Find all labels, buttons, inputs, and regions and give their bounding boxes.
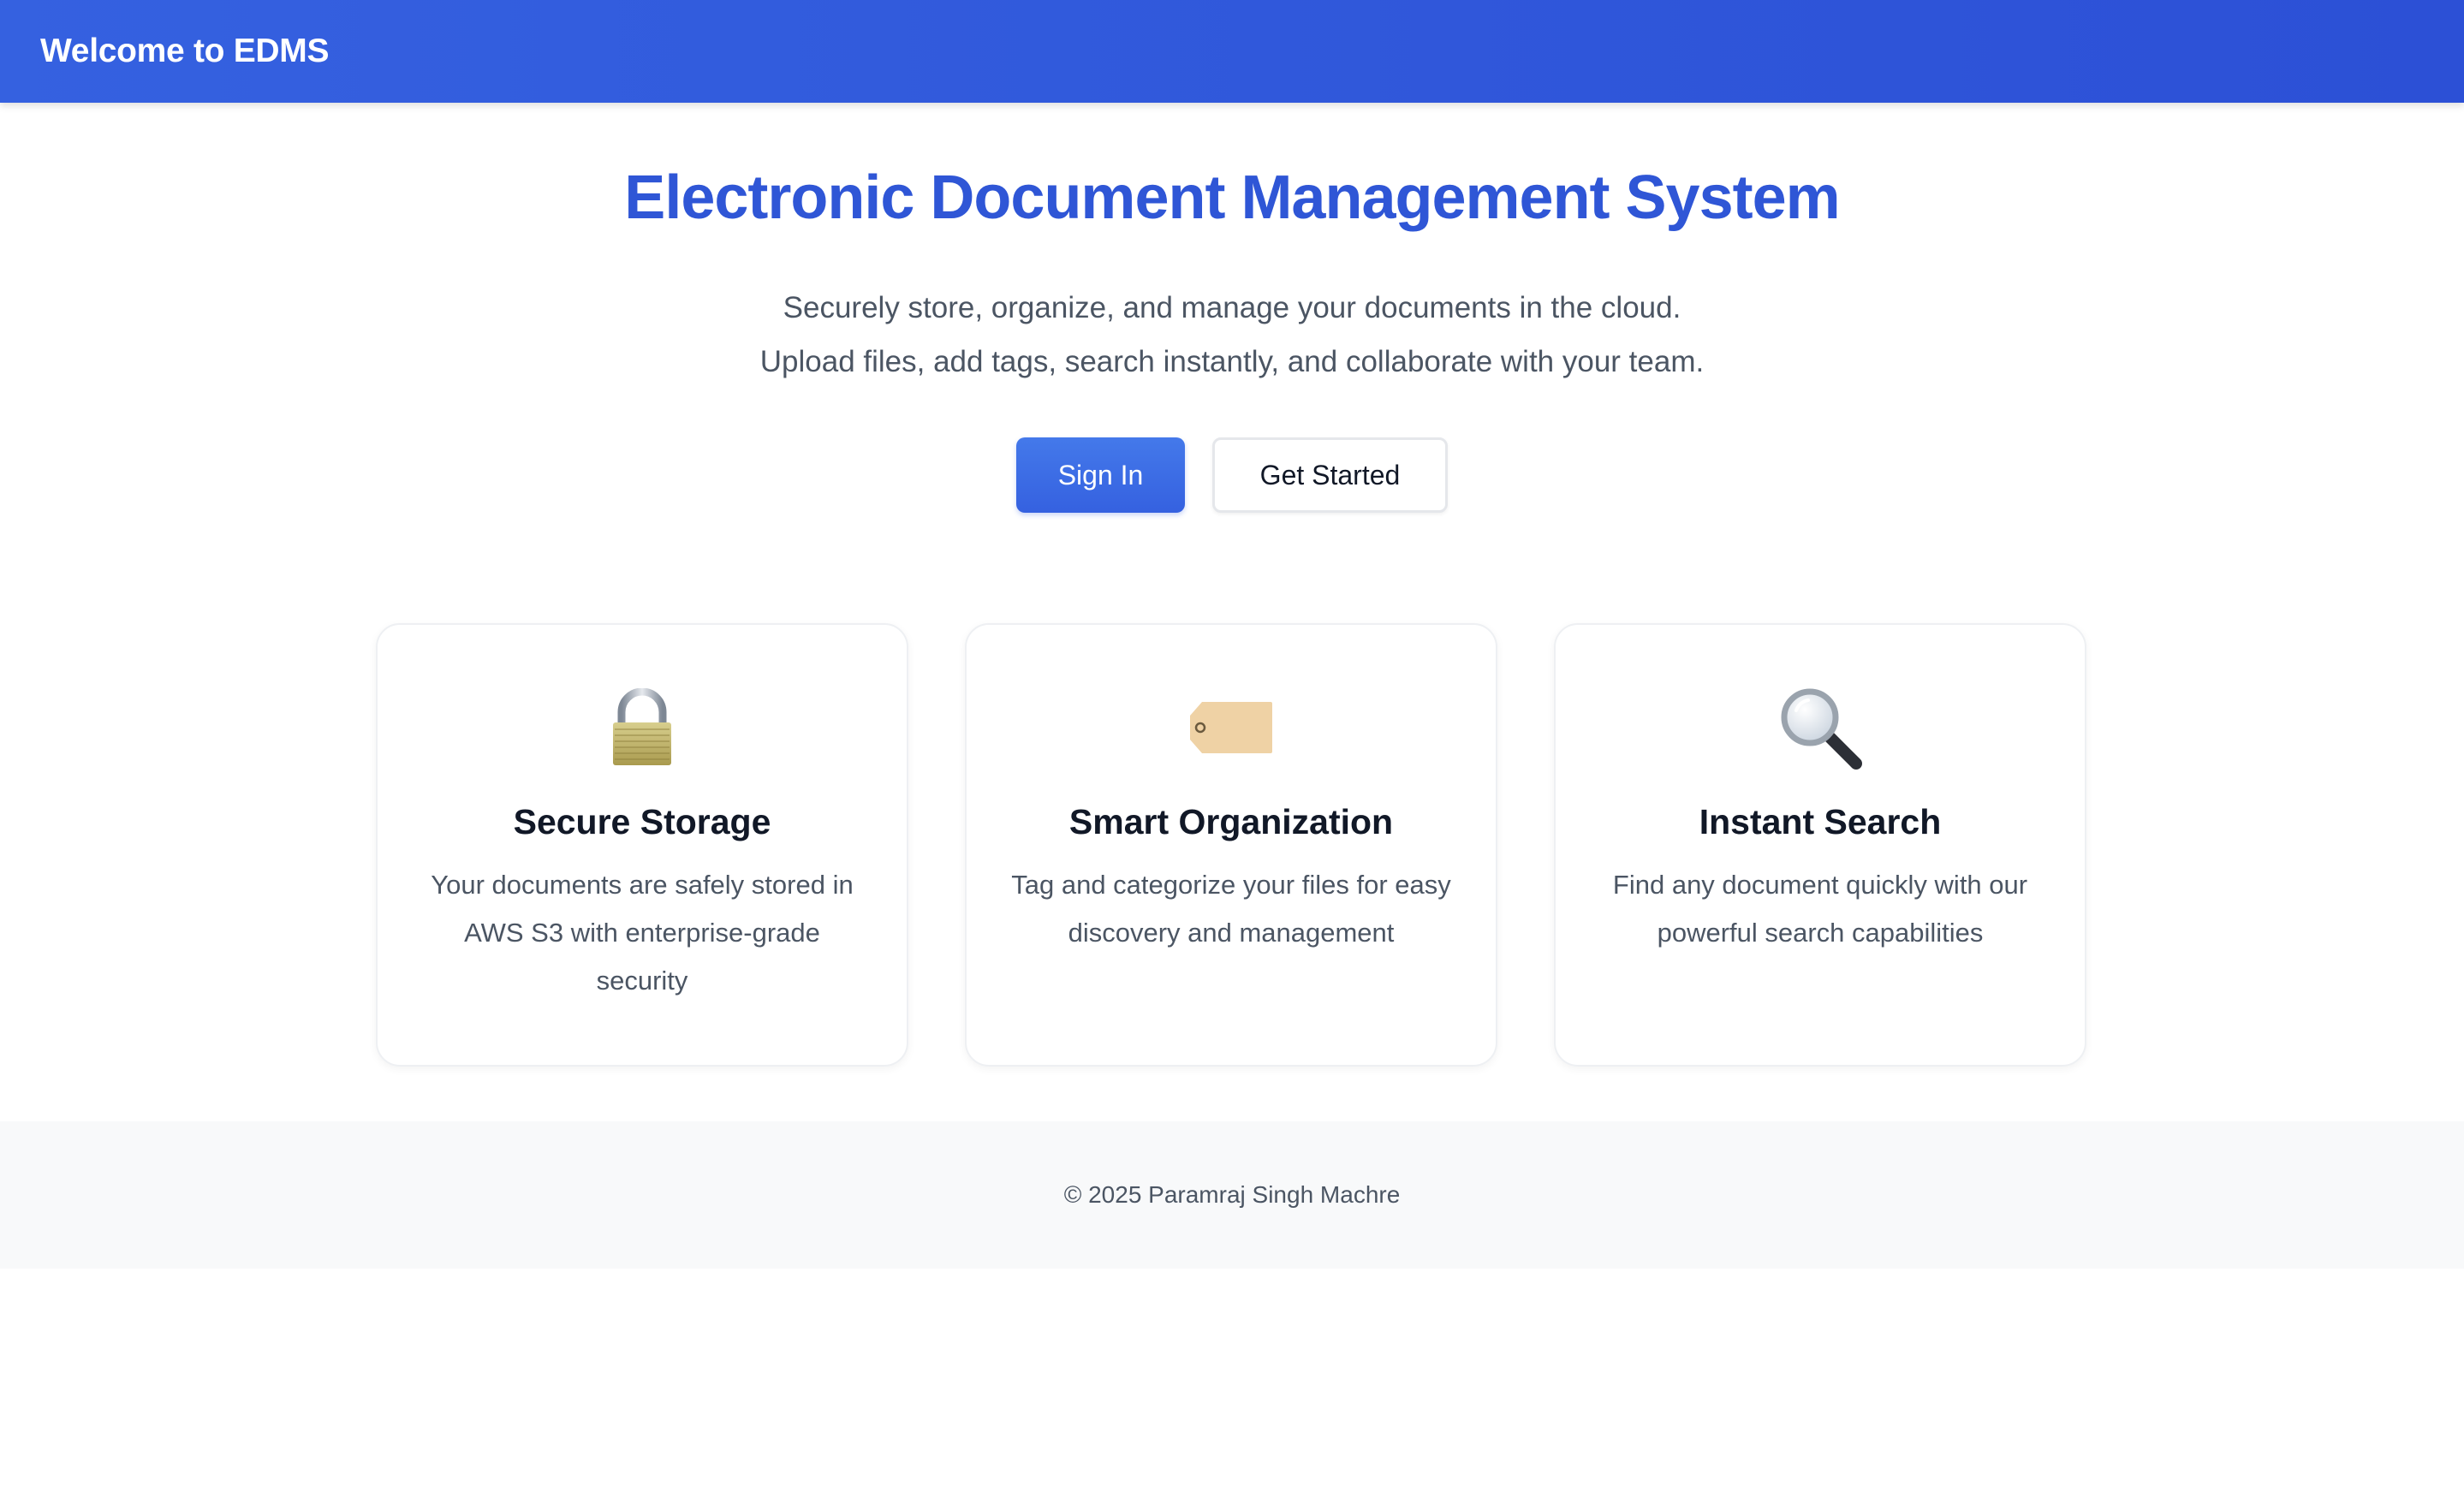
hero-subtitle-line-2: Upload files, add tags, search instantly… (759, 345, 1705, 378)
feature-description: Find any document quickly with our power… (1612, 870, 2028, 948)
app-header: Welcome to EDMS (0, 0, 2464, 103)
feature-title: Smart Organization (1068, 802, 1394, 841)
get-started-button[interactable]: Get Started (1212, 437, 1448, 513)
header-title: Welcome to EDMS (40, 33, 330, 69)
feature-card-secure-storage: Secure Storage Your documents are safely… (376, 623, 908, 1067)
hero-subtitle: Securely store, organize, and manage you… (0, 281, 2464, 389)
feature-card-instant-search: Instant Search Find any document quickly… (1554, 623, 2086, 1067)
footer: © 2025 Paramraj Singh Machre (0, 1121, 2464, 1269)
feature-cards: Secure Storage Your documents are safely… (376, 623, 2086, 1067)
lock-icon (378, 683, 907, 772)
feature-description: Your documents are safely stored in AWS … (431, 870, 854, 996)
feature-title: Secure Storage (513, 802, 771, 841)
magnifier-icon (1556, 683, 2085, 772)
hero-title: Electronic Document Management System (624, 163, 1840, 232)
feature-card-smart-organization: Smart Organization Tag and categorize yo… (965, 623, 1497, 1067)
feature-title: Instant Search (1699, 802, 1942, 841)
feature-description: Tag and categorize your files for easy d… (1011, 870, 1451, 948)
copyright-text: © 2025 Paramraj Singh Machre (1063, 1181, 1401, 1208)
tag-icon (967, 683, 1496, 772)
hero-subtitle-line-1: Securely store, organize, and manage you… (783, 291, 1681, 324)
hero-actions: Sign In Get Started (0, 437, 2464, 513)
sign-in-button[interactable]: Sign In (1016, 437, 1185, 513)
